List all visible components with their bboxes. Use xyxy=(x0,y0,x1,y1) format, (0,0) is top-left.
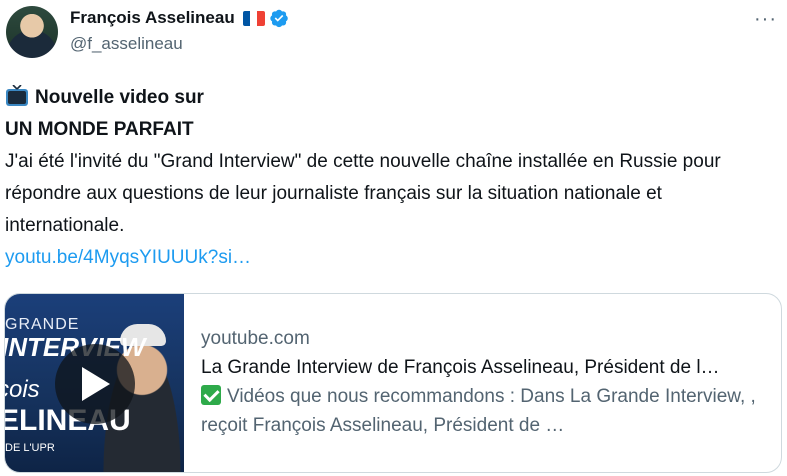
card-description-text: Vidéos que nous recommandons : Dans La G… xyxy=(201,386,756,436)
play-button[interactable] xyxy=(55,344,135,424)
author-handle[interactable]: @f_asselineau xyxy=(70,34,183,54)
card-title[interactable]: La Grande Interview de François Asseline… xyxy=(201,353,771,382)
card-body: youtube.com La Grande Interview de Franç… xyxy=(201,324,771,440)
author-name-row: François Asselineau xyxy=(70,6,289,30)
verified-badge-icon xyxy=(270,9,288,28)
checkmark-icon xyxy=(201,385,221,405)
card-domain: youtube.com xyxy=(201,328,310,349)
post-link[interactable]: youtu.be/4MyqsYIUUUk?si… xyxy=(5,242,780,274)
avatar[interactable] xyxy=(6,6,58,58)
television-icon xyxy=(6,85,28,106)
thumbnail-text-3: çois xyxy=(5,376,40,403)
post-line-2: UN MONDE PARFAIT xyxy=(5,119,194,140)
post-text: Nouvelle video sur UN MONDE PARFAIT J'ai… xyxy=(5,82,780,274)
post-headline: Nouvelle video sur xyxy=(35,87,204,108)
post-line-1: Nouvelle video sur xyxy=(5,82,780,114)
thumbnail-text-5: DE L'UPR xyxy=(5,442,55,454)
more-options-icon[interactable]: ··· xyxy=(754,8,777,31)
display-name[interactable]: François Asselineau xyxy=(70,8,235,28)
link-preview-card[interactable]: GRANDE INTERVIEW çois ELINEAU DE L'UPR y… xyxy=(4,293,782,473)
post-body: J'ai été l'invité du "Grand Interview" d… xyxy=(5,151,721,236)
card-description: Vidéos que nous recommandons : Dans La G… xyxy=(201,382,771,440)
play-icon xyxy=(82,367,110,401)
france-flag-icon xyxy=(242,10,265,26)
video-thumbnail[interactable]: GRANDE INTERVIEW çois ELINEAU DE L'UPR xyxy=(5,294,184,472)
